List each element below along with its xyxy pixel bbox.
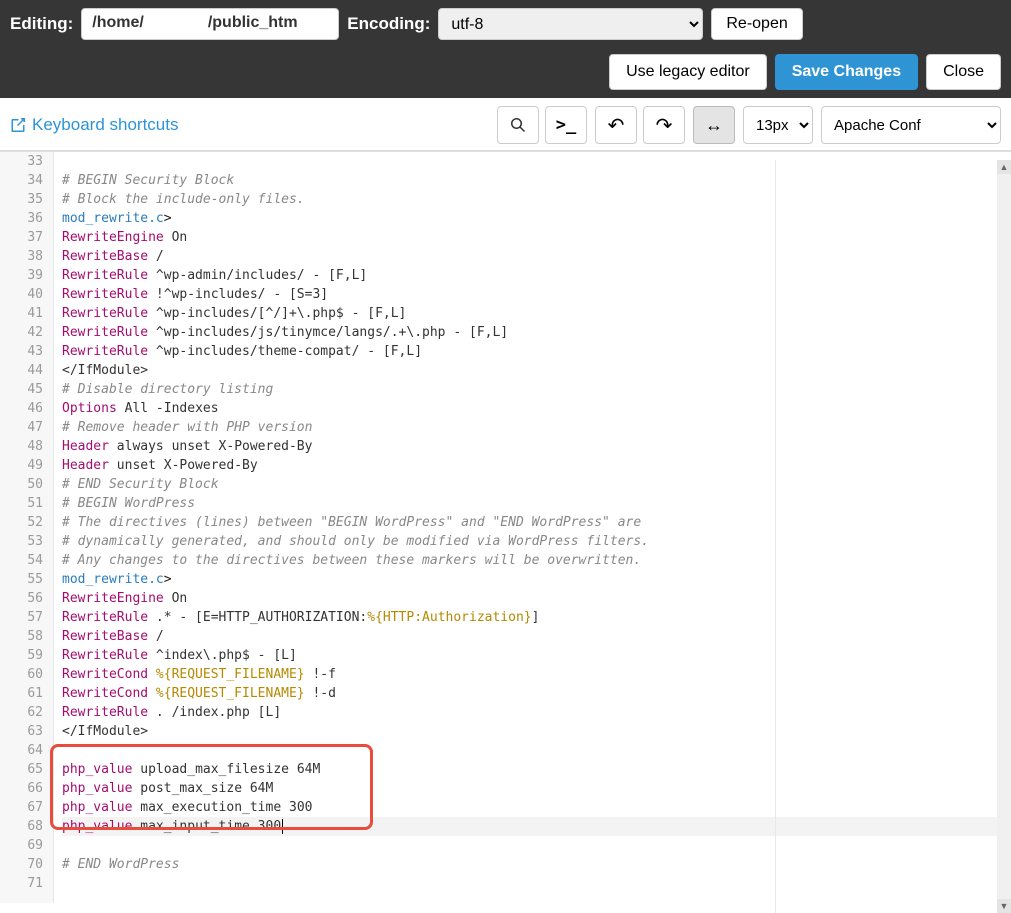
keyboard-shortcuts-link[interactable]: Keyboard shortcuts — [10, 115, 178, 135]
file-path-input[interactable]: /home//public_htm — [81, 8, 339, 40]
font-size-select[interactable]: 13px — [743, 106, 813, 144]
external-link-icon — [10, 117, 26, 133]
legacy-editor-button[interactable]: Use legacy editor — [609, 54, 767, 90]
editor-toolbar: Keyboard shortcuts >_ ↶ ↷ ↔ 13px Apache … — [0, 98, 1011, 151]
scroll-down-icon[interactable]: ▼ — [997, 899, 1011, 913]
wrap-button[interactable]: ↔ — [693, 106, 735, 144]
scroll-up-icon[interactable]: ▲ — [997, 160, 1011, 174]
encoding-select[interactable]: utf-8 — [438, 8, 703, 40]
wrap-icon: ↔ — [705, 115, 723, 136]
header-bar: Editing: /home//public_htm Encoding: utf… — [0, 0, 1011, 98]
reopen-button[interactable]: Re-open — [711, 8, 802, 40]
undo-icon: ↶ — [608, 113, 625, 138]
print-margin — [775, 160, 776, 913]
redo-icon: ↷ — [656, 113, 673, 138]
editing-label: Editing: — [10, 14, 73, 34]
save-button[interactable]: Save Changes — [775, 54, 918, 90]
encoding-label: Encoding: — [347, 14, 430, 34]
search-button[interactable] — [497, 106, 539, 144]
editor-area[interactable]: 3334353637383940414243444546474849505152… — [0, 151, 1011, 903]
line-gutter: 3334353637383940414243444546474849505152… — [0, 152, 54, 903]
close-button[interactable]: Close — [926, 54, 1001, 90]
undo-button[interactable]: ↶ — [595, 106, 637, 144]
console-icon: >_ — [556, 115, 576, 135]
console-button[interactable]: >_ — [545, 106, 587, 144]
vertical-scrollbar[interactable]: ▲ ▼ — [997, 160, 1011, 913]
code-content[interactable]: # BEGIN Security Block# Block the includ… — [54, 152, 1011, 903]
redo-button[interactable]: ↷ — [643, 106, 685, 144]
syntax-mode-select[interactable]: Apache Conf — [821, 106, 1001, 144]
search-icon — [510, 117, 526, 133]
